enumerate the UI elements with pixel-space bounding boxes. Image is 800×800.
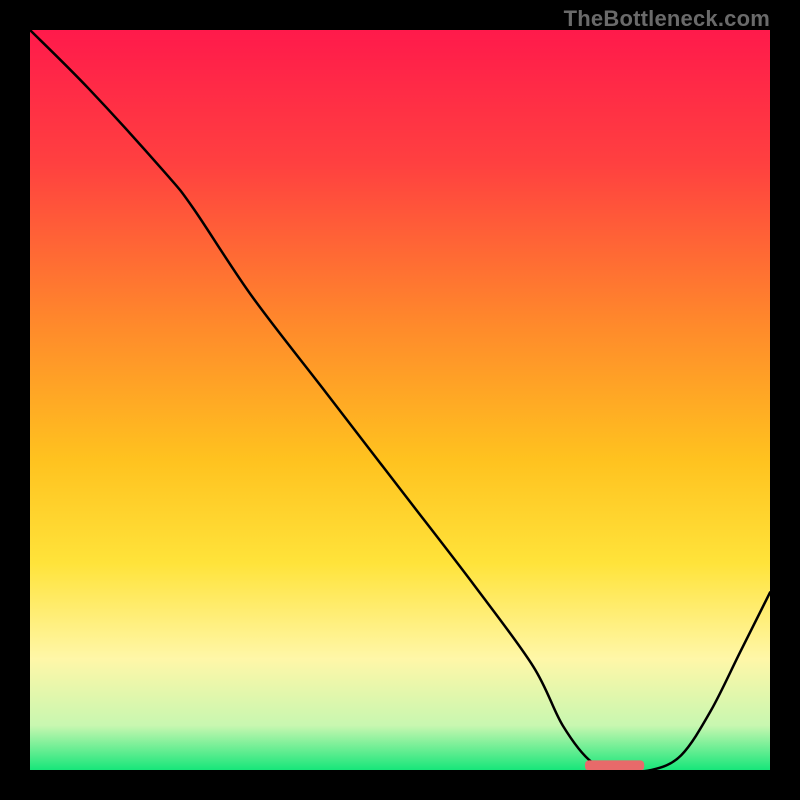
- minimum-marker-rect: [585, 760, 644, 770]
- gradient-background: [30, 30, 770, 770]
- watermark-text: TheBottleneck.com: [564, 6, 770, 32]
- chart-frame: TheBottleneck.com: [0, 0, 800, 800]
- plot-area: [30, 30, 770, 770]
- chart-svg: [30, 30, 770, 770]
